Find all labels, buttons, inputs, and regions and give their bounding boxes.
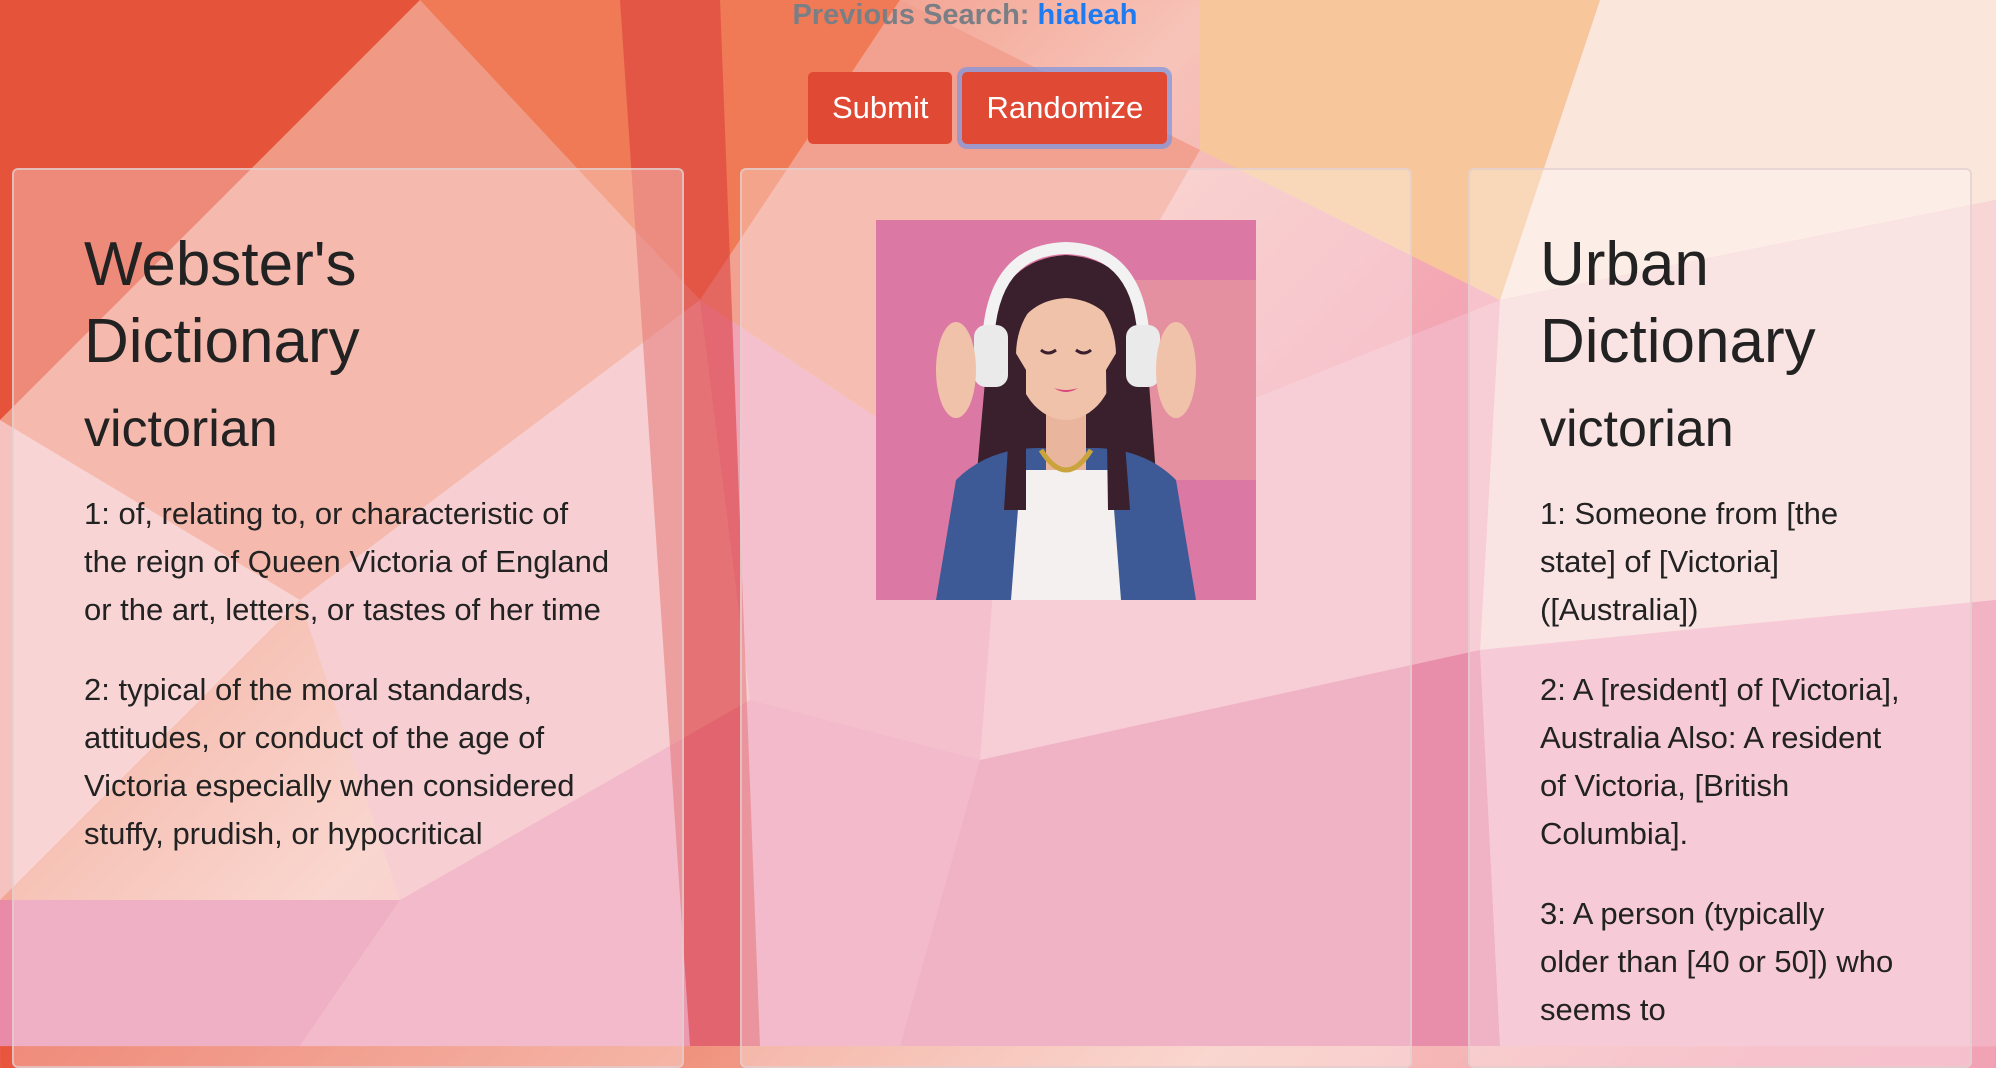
websters-definition-1: 1: of, relating to, or characteristic of… — [84, 496, 610, 627]
websters-word: victorian — [84, 400, 278, 458]
websters-card: Webster's Dictionary victorian 1: of, re… — [12, 168, 684, 1068]
action-buttons: Submit Randomize — [808, 72, 1168, 144]
urban-word: victorian — [1540, 400, 1734, 458]
submit-button[interactable]: Submit — [808, 72, 953, 144]
urban-definition-3: 3: A person (typically older than [40 or… — [1540, 896, 1894, 1027]
urban-definition-2: 2: A [resident] of [Victoria], Australia… — [1540, 672, 1900, 851]
websters-definition-2: 2: typical of the moral standards, attit… — [84, 672, 575, 851]
urban-definition-1: 1: Someone from [the state] of [Victoria… — [1540, 496, 1839, 627]
woman-headphones-illustration — [876, 220, 1256, 600]
urban-title: Urban Dictionary — [1540, 230, 1816, 376]
previous-search-term[interactable]: hialeah — [1038, 0, 1138, 31]
randomize-button[interactable]: Randomize — [962, 72, 1168, 144]
urban-card: Urban Dictionary victorian 1: Someone fr… — [1468, 168, 1972, 1068]
image-card — [740, 168, 1412, 1068]
previous-search-label: Previous Search: — [792, 0, 1030, 31]
websters-title: Webster's Dictionary — [84, 230, 360, 376]
previous-search: Previous Search: hialeah — [0, 0, 1930, 30]
result-image — [876, 220, 1256, 600]
